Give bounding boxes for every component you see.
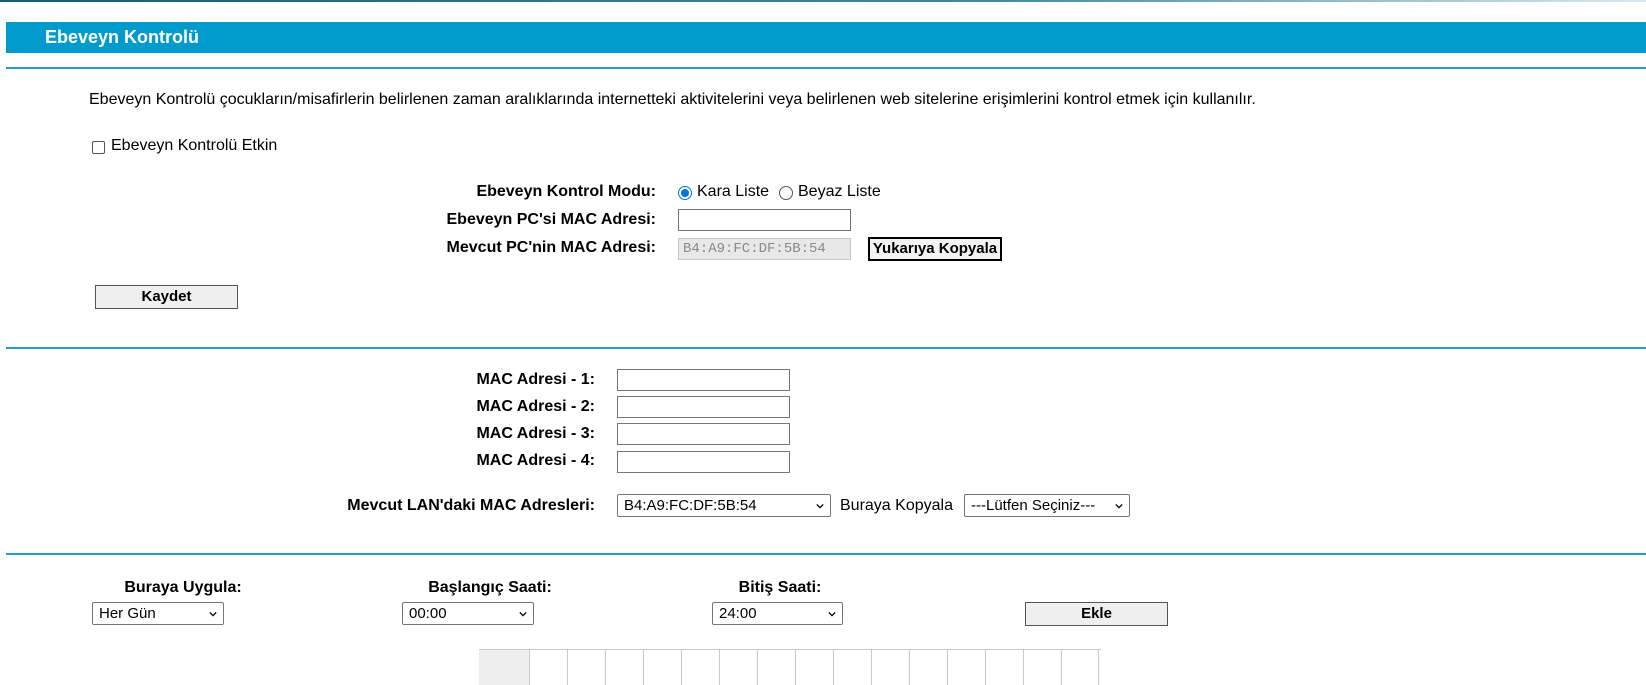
apply-select[interactable]: Her Gün [92, 602, 224, 625]
grid-cell [909, 650, 947, 685]
mac-3-label: MAC Adresi - 3: [476, 425, 595, 442]
chevron-down-icon [209, 611, 217, 617]
mac-2-input[interactable] [617, 396, 790, 418]
chevron-down-icon [816, 503, 824, 509]
grid-cell [719, 650, 757, 685]
save-button[interactable]: Kaydet [95, 285, 238, 309]
grid-cell [947, 650, 985, 685]
apply-label: Buraya Uygula: [124, 579, 242, 596]
start-time-label: Başlangıç Saati: [428, 579, 552, 596]
end-time-select[interactable]: 24:00 [712, 602, 843, 625]
grid-cell [985, 650, 1023, 685]
lan-mac-select-value: B4:A9:FC:DF:5B:54 [624, 497, 757, 514]
grid-cell [1061, 650, 1099, 685]
start-time-value: 00:00 [409, 605, 447, 622]
mac-4-label: MAC Adresi - 4: [476, 452, 595, 469]
chevron-down-icon [1115, 503, 1123, 509]
radio-blacklist[interactable] [678, 186, 692, 200]
mac-4-input[interactable] [617, 451, 790, 473]
enable-label: Ebeveyn Kontrolü Etkin [111, 137, 278, 154]
copy-here-label: Buraya Kopyala [840, 497, 953, 514]
mac-3-input[interactable] [617, 423, 790, 445]
top-border [0, 0, 1646, 2]
add-button[interactable]: Ekle [1025, 602, 1168, 626]
copy-target-select-value: ---Lütfen Seçiniz--- [971, 497, 1096, 514]
grid-cell [479, 650, 529, 685]
page-header: Ebeveyn Kontrolü [6, 22, 1646, 53]
apply-select-value: Her Gün [99, 605, 156, 622]
mode-label: Ebeveyn Kontrol Modu: [476, 183, 656, 200]
copy-target-select[interactable]: ---Lütfen Seçiniz--- [964, 494, 1130, 517]
page-title: Ebeveyn Kontrolü [45, 27, 200, 47]
grid-cell [681, 650, 719, 685]
grid-cell [1023, 650, 1061, 685]
current-mac-label: Mevcut PC'nin MAC Adresi: [446, 239, 656, 256]
radio-whitelist-label: Beyaz Liste [798, 183, 881, 200]
radio-whitelist[interactable] [779, 186, 793, 200]
grid-cell [567, 650, 605, 685]
copy-up-button[interactable]: Yukarıya Kopyala [868, 237, 1002, 261]
mac-2-label: MAC Adresi - 2: [476, 398, 595, 415]
end-time-value: 24:00 [719, 605, 757, 622]
chevron-down-icon [519, 611, 527, 617]
grid-cell [643, 650, 681, 685]
schedule-grid [479, 649, 1101, 685]
lan-mac-select[interactable]: B4:A9:FC:DF:5B:54 [617, 494, 831, 517]
grid-cell [833, 650, 871, 685]
intro-text: Ebeveyn Kontrolü çocukların/misafirlerin… [89, 91, 1256, 108]
radio-blacklist-label: Kara Liste [697, 183, 770, 200]
divider [6, 347, 1646, 349]
grid-cell [529, 650, 567, 685]
grid-cell [871, 650, 909, 685]
mac-1-input[interactable] [617, 369, 790, 391]
grid-cell [605, 650, 643, 685]
parent-mac-input[interactable] [678, 209, 851, 231]
divider [6, 553, 1646, 555]
enable-checkbox[interactable] [92, 141, 105, 154]
grid-cell [757, 650, 795, 685]
grid-cell [795, 650, 833, 685]
parent-mac-label: Ebeveyn PC'si MAC Adresi: [446, 211, 657, 228]
divider [6, 67, 1646, 69]
mac-1-label: MAC Adresi - 1: [476, 371, 595, 388]
lan-mac-label: Mevcut LAN'daki MAC Adresleri: [347, 497, 595, 514]
chevron-down-icon [828, 611, 836, 617]
current-mac-input [678, 238, 851, 260]
start-time-select[interactable]: 00:00 [402, 602, 534, 625]
end-time-label: Bitiş Saati: [738, 579, 822, 596]
